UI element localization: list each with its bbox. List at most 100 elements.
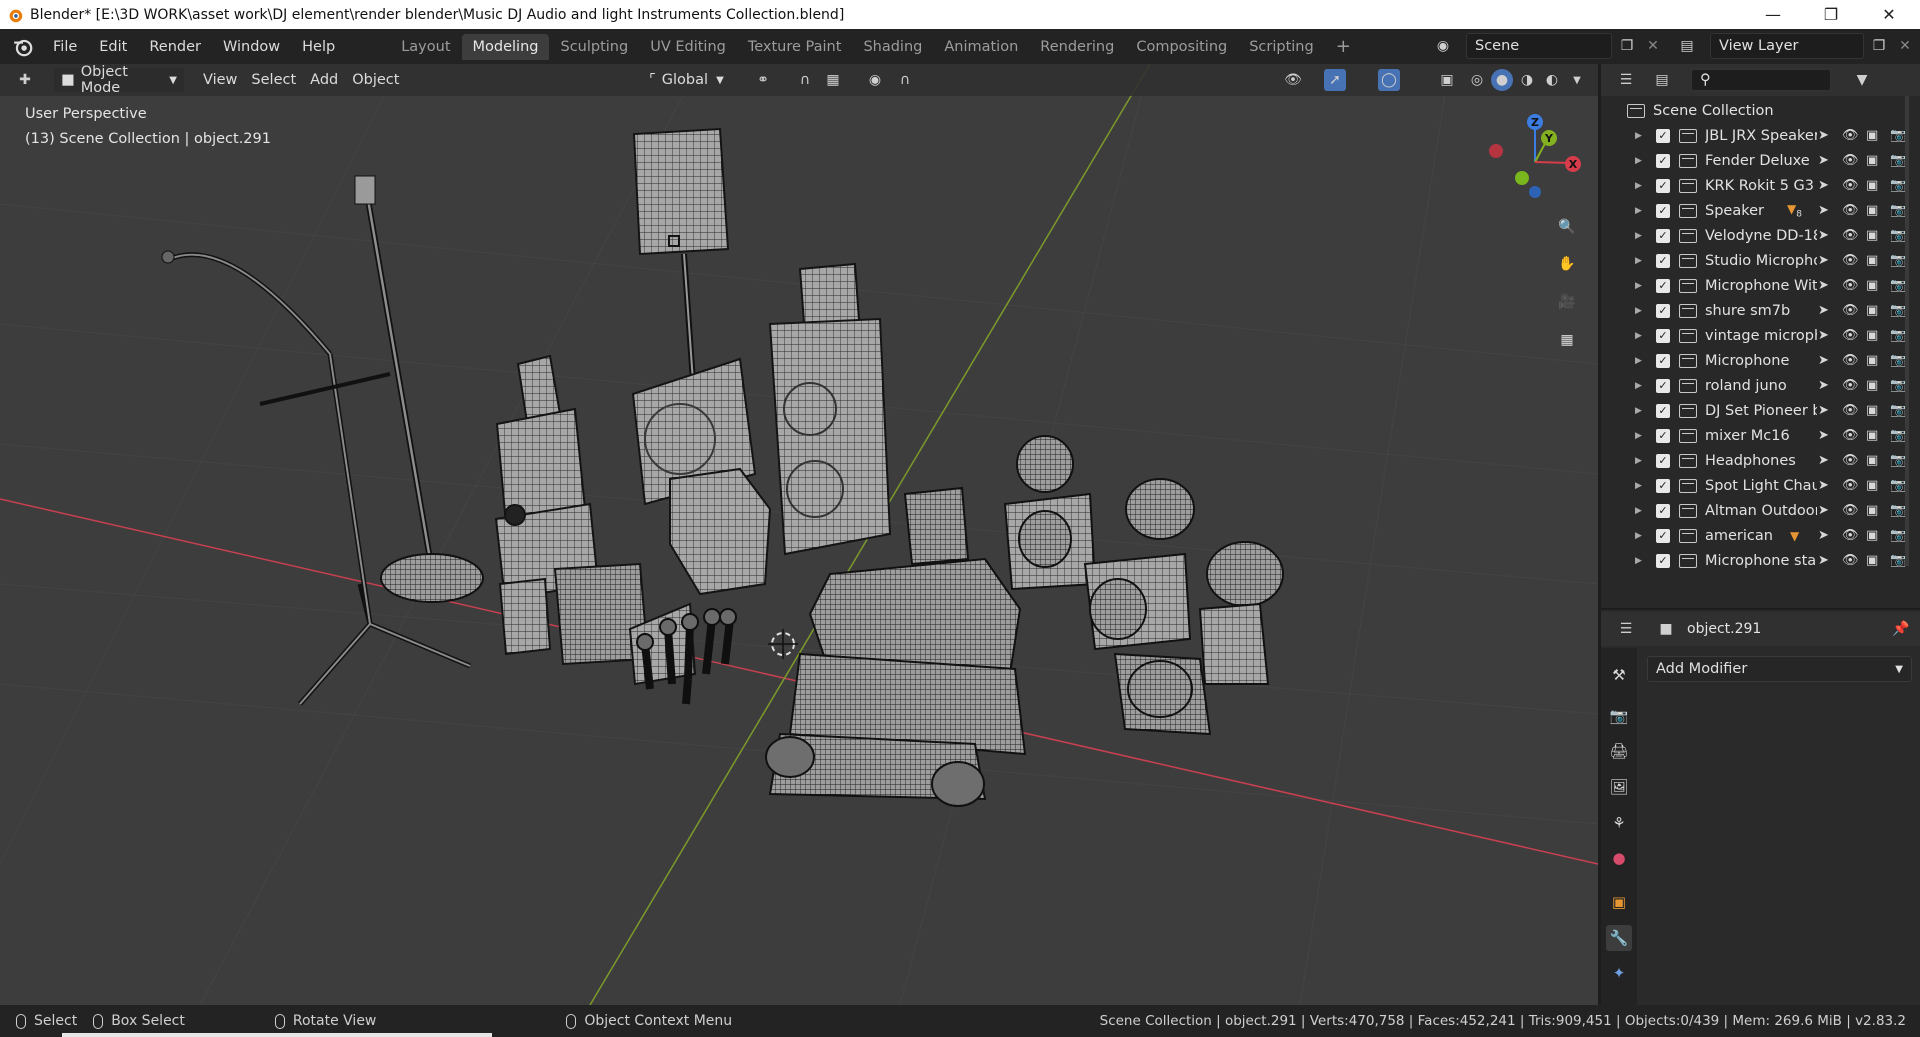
selectable-arrow-icon[interactable]: ➤ bbox=[1818, 178, 1829, 193]
output-tab-icon[interactable]: 🖨 bbox=[1606, 738, 1632, 764]
expand-arrow-icon[interactable]: ▶ bbox=[1635, 281, 1642, 291]
outliner-item[interactable]: ▶ ✓ vintage microph ➤ 👁 ▣ 📷 bbox=[1601, 323, 1920, 348]
render-camera-icon[interactable]: 📷 bbox=[1890, 453, 1906, 468]
tab-layout[interactable]: Layout bbox=[390, 34, 461, 60]
exclude-checkbox[interactable]: ✓ bbox=[1656, 553, 1670, 568]
eye-icon[interactable]: 👁 bbox=[1842, 453, 1859, 468]
expand-arrow-icon[interactable]: ▶ bbox=[1635, 556, 1642, 566]
monitor-icon[interactable]: ▣ bbox=[1866, 328, 1878, 343]
selectable-arrow-icon[interactable]: ➤ bbox=[1818, 378, 1829, 393]
select-menu[interactable]: Select bbox=[244, 68, 303, 92]
outliner-item[interactable]: ▶ ✓ Spot Light Chauv ➤ 👁 ▣ 📷 bbox=[1601, 473, 1920, 498]
viewport-scene[interactable] bbox=[0, 64, 1598, 1005]
monitor-icon[interactable]: ▣ bbox=[1866, 278, 1878, 293]
snap-icon[interactable]: ∩ bbox=[794, 69, 816, 91]
render-camera-icon[interactable]: 📷 bbox=[1890, 553, 1906, 568]
outliner-editor-icon[interactable]: ☰ bbox=[1615, 69, 1637, 91]
eye-icon[interactable]: 👁 bbox=[1842, 528, 1859, 543]
zoom-icon[interactable]: 🔍 bbox=[1552, 212, 1582, 242]
outliner-item[interactable]: ▶ ✓ Microphone ➤ 👁 ▣ 📷 bbox=[1601, 348, 1920, 373]
eye-icon[interactable]: 👁 bbox=[1842, 428, 1859, 443]
render-camera-icon[interactable]: 📷 bbox=[1890, 203, 1906, 218]
selectable-arrow-icon[interactable]: ➤ bbox=[1818, 253, 1829, 268]
eye-icon[interactable]: 👁 bbox=[1842, 328, 1859, 343]
expand-arrow-icon[interactable]: ▶ bbox=[1635, 506, 1642, 516]
monitor-icon[interactable]: ▣ bbox=[1866, 353, 1878, 368]
eye-icon[interactable]: 👁 bbox=[1842, 253, 1859, 268]
monitor-icon[interactable]: ▣ bbox=[1866, 203, 1878, 218]
monitor-icon[interactable]: ▣ bbox=[1866, 403, 1878, 418]
camera-view-icon[interactable]: 🎥 bbox=[1552, 287, 1582, 317]
outliner-item[interactable]: ▶ ✓ KRK Rokit 5 G3 (➤ 👁 ▣ 📷 bbox=[1601, 173, 1920, 198]
render-camera-icon[interactable]: 📷 bbox=[1890, 428, 1906, 443]
exclude-checkbox[interactable]: ✓ bbox=[1656, 378, 1670, 393]
selectable-arrow-icon[interactable]: ➤ bbox=[1818, 353, 1829, 368]
selectable-arrow-icon[interactable]: ➤ bbox=[1818, 328, 1829, 343]
monitor-icon[interactable]: ▣ bbox=[1866, 378, 1878, 393]
modifier-tab-icon[interactable]: 🔧 bbox=[1606, 925, 1632, 951]
falloff-icon[interactable]: ∩ bbox=[894, 69, 916, 91]
new-view-layer-icon[interactable]: ❐ bbox=[1868, 35, 1890, 57]
selectable-arrow-icon[interactable]: ➤ bbox=[1818, 278, 1829, 293]
outliner-item[interactable]: ▶ ✓ roland juno ➤ 👁 ▣ 📷 bbox=[1601, 373, 1920, 398]
add-modifier-dropdown[interactable]: Add Modifier ▼ bbox=[1647, 656, 1912, 682]
ortho-grid-icon[interactable]: ▦ bbox=[1552, 325, 1582, 355]
wireframe-shading-icon[interactable]: ◎ bbox=[1466, 69, 1488, 91]
monitor-icon[interactable]: ▣ bbox=[1866, 178, 1878, 193]
selectable-arrow-icon[interactable]: ➤ bbox=[1818, 228, 1829, 243]
outliner-item[interactable]: ▶ ✓ Velodyne DD-18 ➤ 👁 ▣ 📷 bbox=[1601, 223, 1920, 248]
selectable-arrow-icon[interactable]: ➤ bbox=[1818, 528, 1829, 543]
shading-options-chevron-icon[interactable]: ▼ bbox=[1566, 69, 1588, 91]
monitor-icon[interactable]: ▣ bbox=[1866, 553, 1878, 568]
render-camera-icon[interactable]: 📷 bbox=[1890, 128, 1906, 143]
gizmo-neg-x[interactable] bbox=[1489, 144, 1503, 158]
close-button[interactable]: ✕ bbox=[1860, 0, 1918, 29]
pin-icon[interactable]: 📌 bbox=[1890, 618, 1912, 640]
3d-viewport[interactable] bbox=[0, 64, 1598, 1005]
material-shading-icon[interactable]: ◑ bbox=[1516, 69, 1538, 91]
render-camera-icon[interactable]: 📷 bbox=[1890, 478, 1906, 493]
menu-window[interactable]: Window bbox=[212, 39, 291, 55]
outliner-item[interactable]: ▶ ✓ american ▼ ➤ 👁 ▣ 📷 bbox=[1601, 523, 1920, 548]
render-camera-icon[interactable]: 📷 bbox=[1890, 378, 1906, 393]
exclude-checkbox[interactable]: ✓ bbox=[1656, 228, 1670, 243]
filter-icon[interactable]: ▼ bbox=[1851, 69, 1873, 91]
selectable-arrow-icon[interactable]: ➤ bbox=[1818, 128, 1829, 143]
monitor-icon[interactable]: ▣ bbox=[1866, 478, 1878, 493]
outliner-scene-collection[interactable]: Scene Collection bbox=[1601, 98, 1920, 123]
eye-icon[interactable]: 👁 bbox=[1842, 178, 1859, 193]
outliner-item[interactable]: ▶ ✓ Altman Outdoor ➤ 👁 ▣ 📷 bbox=[1601, 498, 1920, 523]
restore-button[interactable]: ❐ bbox=[1802, 0, 1860, 29]
eye-icon[interactable]: 👁 bbox=[1842, 303, 1859, 318]
eye-icon[interactable]: 👁 bbox=[1842, 278, 1859, 293]
exclude-checkbox[interactable]: ✓ bbox=[1656, 528, 1670, 543]
menu-edit[interactable]: Edit bbox=[88, 39, 138, 55]
expand-arrow-icon[interactable]: ▶ bbox=[1635, 356, 1642, 366]
monitor-icon[interactable]: ▣ bbox=[1866, 528, 1878, 543]
render-tab-icon[interactable]: 📷 bbox=[1606, 703, 1632, 729]
exclude-checkbox[interactable]: ✓ bbox=[1656, 478, 1670, 493]
tab-sculpting[interactable]: Sculpting bbox=[549, 34, 639, 60]
monitor-icon[interactable]: ▣ bbox=[1866, 453, 1878, 468]
view-layer-tab-icon[interactable]: 🖼 bbox=[1606, 774, 1632, 800]
object-mode-dropdown[interactable]: ■ Object Mode ▼ bbox=[54, 64, 184, 96]
selectable-arrow-icon[interactable]: ➤ bbox=[1818, 553, 1829, 568]
eye-icon[interactable]: 👁 bbox=[1842, 378, 1859, 393]
eye-icon[interactable]: 👁 bbox=[1842, 228, 1859, 243]
display-mode-icon[interactable]: ▤ bbox=[1651, 69, 1673, 91]
expand-arrow-icon[interactable]: ▶ bbox=[1635, 156, 1642, 166]
monitor-icon[interactable]: ▣ bbox=[1866, 153, 1878, 168]
rendered-shading-icon[interactable]: ◐ bbox=[1541, 69, 1563, 91]
monitor-icon[interactable]: ▣ bbox=[1866, 128, 1878, 143]
pan-hand-icon[interactable]: ✋ bbox=[1552, 249, 1582, 279]
proportional-editing-icon[interactable]: ◉ bbox=[864, 69, 886, 91]
xray-toggle-icon[interactable]: ▣ bbox=[1436, 69, 1458, 91]
outliner-item[interactable]: ▶ ✓ mixer Mc16 ➤ 👁 ▣ 📷 bbox=[1601, 423, 1920, 448]
eye-icon[interactable]: 👁 bbox=[1842, 353, 1859, 368]
render-camera-icon[interactable]: 📷 bbox=[1890, 228, 1906, 243]
add-menu[interactable]: Add bbox=[303, 68, 345, 92]
tab-animation[interactable]: Animation bbox=[933, 34, 1029, 60]
object-menu[interactable]: Object bbox=[345, 68, 406, 92]
delete-view-layer-icon[interactable]: ✕ bbox=[1894, 35, 1916, 57]
properties-editor-icon[interactable]: ☰ bbox=[1615, 618, 1637, 640]
